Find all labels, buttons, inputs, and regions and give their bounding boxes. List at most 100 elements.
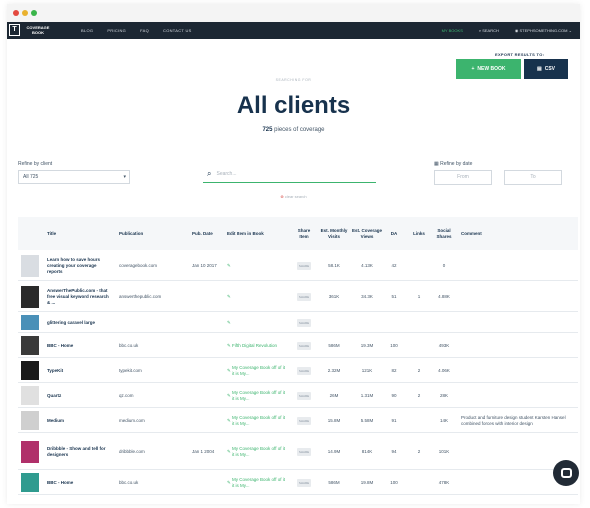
col-title[interactable]: Title xyxy=(47,217,107,250)
row-thumbnail[interactable] xyxy=(21,254,39,277)
search-input[interactable]: Search... xyxy=(216,171,236,177)
col-monthly-visits[interactable]: Est. Monthly Visits xyxy=(319,217,349,250)
client-select[interactable]: All 725 ▾ xyxy=(18,170,130,184)
col-coverage-views[interactable]: Est. Coverage Views xyxy=(352,217,382,250)
row-thumbnail[interactable] xyxy=(21,411,39,430)
table-row: BBC - Home bbc.co.uk ✎ Fifth Digital Revol… xyxy=(18,333,578,358)
row-edit-book-link[interactable]: ✎ My Coverage Book off of it it is My... xyxy=(227,358,287,383)
maximize-window-button[interactable] xyxy=(31,10,37,16)
nav-link-blog[interactable]: BLOG xyxy=(81,28,93,33)
logo[interactable]: T COVERAGE BOOK xyxy=(9,24,52,36)
row-da: 100 xyxy=(390,479,398,485)
row-edit-book-link[interactable]: ✎ My Coverage Book off of it it is My... xyxy=(227,433,287,470)
row-edit-book-link[interactable]: ✎ My Coverage Book off of it it is My... xyxy=(227,383,287,408)
row-thumbnail[interactable] xyxy=(21,440,39,463)
nav-account[interactable]: ◉ STEPHSOMETHING.COM ⌄ xyxy=(515,28,572,33)
chevron-down-icon: ▾ xyxy=(123,174,126,180)
table-row: Medium medium.com ✎ My Coverage Book off o… xyxy=(18,408,578,433)
new-book-button[interactable]: + NEW BOOK xyxy=(456,59,521,79)
row-edit-book-link[interactable]: ✎ xyxy=(227,250,287,281)
row-thumbnail[interactable] xyxy=(21,361,39,380)
row-monthly-visits: 58.1K xyxy=(328,262,340,268)
row-links: 2 xyxy=(417,367,421,373)
share-button[interactable]: SHARE xyxy=(296,341,312,350)
search-field[interactable]: ⌕ Search... xyxy=(203,166,376,183)
row-social-shares xyxy=(431,312,457,333)
row-thumbnail[interactable] xyxy=(21,285,39,308)
clear-search-link[interactable]: ⊗ clear search xyxy=(7,194,580,199)
share-button[interactable]: SHARE xyxy=(296,447,312,456)
date-to-input[interactable]: To xyxy=(504,170,562,185)
row-thumbnail[interactable] xyxy=(21,386,39,405)
row-monthly-visits: 15.8M xyxy=(327,417,341,423)
row-da: 90 xyxy=(391,392,397,398)
nav-link-pricing[interactable]: PRICING xyxy=(107,28,126,33)
row-edit-book-link[interactable]: ✎ My Coverage Book off of it it is My... xyxy=(227,470,287,495)
search-icon: ⌕ xyxy=(207,169,212,178)
nav-right: MY BOOKS ⌕ SEARCH ◉ STEPHSOMETHING.COM ⌄ xyxy=(442,28,572,33)
row-title-link[interactable]: BBC - Home xyxy=(47,333,111,358)
col-social-shares[interactable]: Social Shares xyxy=(431,217,457,250)
share-button[interactable]: SHARE xyxy=(296,391,312,400)
table-row: AnswerThePublic.com - that free visual k… xyxy=(18,281,578,312)
row-monthly-visits xyxy=(319,312,349,333)
row-thumbnail[interactable] xyxy=(21,336,39,355)
row-title-link[interactable]: TypeKit xyxy=(47,358,111,383)
row-title-link[interactable]: AnswerThePublic.com - that free visual k… xyxy=(47,281,111,312)
nav-link-contact[interactable]: CONTACT US xyxy=(163,28,192,33)
row-title-link[interactable]: Dribbble - Show and tell for designers xyxy=(47,433,111,470)
share-button[interactable]: SHARE xyxy=(296,366,312,375)
row-title-link[interactable]: Medium xyxy=(47,408,111,433)
row-title-link[interactable]: Quartz xyxy=(47,383,111,408)
row-edit-book-link[interactable]: ✎ Fifth Digital Revolution xyxy=(227,333,287,358)
row-book-label: My Coverage Book off of it it is My... xyxy=(232,445,285,457)
row-comment: Product and furniture design student Kar… xyxy=(461,414,566,426)
nav-my-books[interactable]: MY BOOKS xyxy=(442,28,463,33)
edit-icon: ✎ xyxy=(227,262,233,268)
col-pub-date[interactable]: Pub. Date xyxy=(192,217,224,250)
share-button[interactable]: SHARE xyxy=(296,318,312,327)
row-links xyxy=(408,470,430,495)
date-from-input[interactable]: From xyxy=(434,170,492,185)
row-pub-date xyxy=(192,333,226,358)
row-edit-book-link[interactable]: ✎ xyxy=(227,312,287,333)
row-title-link[interactable]: BBC - Home xyxy=(47,470,111,495)
row-links: 2 xyxy=(417,392,421,398)
row-comment xyxy=(461,383,573,408)
row-publication: qz.com xyxy=(119,392,134,398)
share-button[interactable]: SHARE xyxy=(296,478,312,487)
nav-search[interactable]: ⌕ SEARCH xyxy=(479,28,499,33)
share-button[interactable]: SHARE xyxy=(296,292,312,301)
col-da[interactable]: DA xyxy=(384,217,404,250)
share-button[interactable]: SHARE xyxy=(296,261,312,270)
nav-link-faq[interactable]: FAQ xyxy=(140,28,149,33)
row-social-shares: 0 xyxy=(442,262,446,268)
csv-button[interactable]: ▤ CSV xyxy=(524,59,568,79)
col-publication[interactable]: Publication xyxy=(119,217,179,250)
row-pub-date xyxy=(192,408,226,433)
row-comment xyxy=(461,358,573,383)
row-coverage-views: 121K xyxy=(361,367,373,373)
row-title-link[interactable]: Learn how to save hours creating your co… xyxy=(47,250,111,281)
col-links[interactable]: Links xyxy=(408,217,430,250)
row-publication: coveragebook.com xyxy=(119,262,158,268)
row-edit-book-link[interactable]: ✎ My Coverage Book off of it it is My... xyxy=(227,408,287,433)
row-book-label: My Coverage Book off of it it is My... xyxy=(232,414,285,426)
row-publication: answerthepublic.com xyxy=(119,293,162,299)
row-comment xyxy=(461,312,573,333)
close-window-button[interactable] xyxy=(13,10,19,16)
chat-button[interactable] xyxy=(553,460,579,486)
row-edit-book-link[interactable]: ✎ xyxy=(227,281,287,312)
row-coverage-views: 4.13K xyxy=(361,262,373,268)
row-thumbnail[interactable] xyxy=(21,315,39,330)
logo-text: COVERAGE BOOK xyxy=(26,25,50,35)
minimize-window-button[interactable] xyxy=(22,10,28,16)
row-da: 51 xyxy=(391,293,397,299)
row-book-label: My Coverage Book off of it it is My... xyxy=(232,389,285,401)
row-title-link[interactable]: glittering caravel large xyxy=(47,312,111,333)
row-share-cell: SHARE xyxy=(294,470,314,495)
share-button[interactable]: SHARE xyxy=(296,416,312,425)
row-thumbnail[interactable] xyxy=(21,473,39,492)
row-social-shares: 101K xyxy=(438,448,450,454)
top-nav: T COVERAGE BOOK BLOG PRICING FAQ CONTACT… xyxy=(7,22,580,39)
